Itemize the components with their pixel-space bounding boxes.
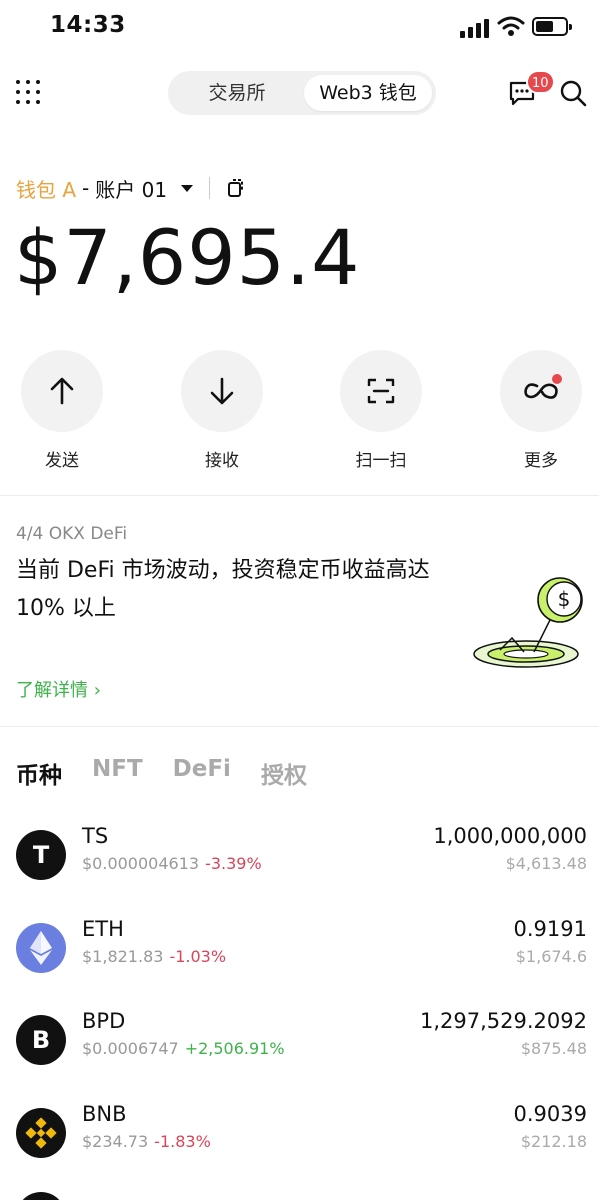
token-price-line: $1,821.83 -1.03% — [82, 947, 226, 966]
token-symbol: ETH — [82, 917, 124, 941]
token-price: $0.0006747 — [82, 1039, 179, 1058]
apps-grid-icon[interactable] — [16, 80, 44, 108]
asset-tabs: 币种 NFT DeFi 授权 — [16, 756, 307, 796]
token-amount: 1,297,529.2092 — [420, 1009, 587, 1033]
eth-logo-icon — [16, 923, 66, 973]
scan-icon — [367, 378, 395, 404]
account-name: 账户 01 — [95, 177, 168, 202]
token-price: $0.000004613 — [82, 854, 200, 873]
learn-more-link[interactable]: 了解详情 › — [16, 676, 101, 702]
scan-button[interactable]: 扫一扫 — [331, 350, 431, 471]
token-amount: 0.9191 — [513, 917, 587, 941]
token-change: +2,506.91% — [184, 1039, 285, 1058]
token-price-line: $0.000004613 -3.39% — [82, 854, 262, 873]
new-dot — [552, 374, 562, 384]
token-value: $212.18 — [520, 1132, 587, 1151]
status-bar: 14:33 — [0, 0, 599, 56]
svg-text:$: $ — [558, 587, 571, 611]
token-change: -3.39% — [205, 854, 262, 873]
receive-button[interactable]: 接收 — [172, 350, 272, 471]
notification-badge: 10 — [526, 70, 555, 94]
token-price-line: $0.0006747 +2,506.91% — [82, 1039, 285, 1058]
wifi-icon — [497, 16, 525, 36]
copy-icon[interactable] — [224, 178, 244, 198]
signal-icon — [460, 18, 492, 38]
next-token-logo-icon — [16, 1192, 66, 1200]
token-symbol: BPD — [82, 1009, 126, 1033]
segment-web3-wallet[interactable]: Web3 钱包 — [304, 75, 432, 111]
tab-approvals[interactable]: 授权 — [261, 756, 307, 796]
wallet-selector[interactable]: 钱包 A - 账户 01 — [16, 174, 244, 202]
section-divider — [0, 726, 599, 727]
tab-tokens[interactable]: 币种 — [16, 756, 62, 796]
token-value: $1,674.6 — [515, 947, 587, 966]
bnb-logo-icon — [16, 1108, 66, 1158]
arrow-down-icon — [210, 377, 234, 405]
token-amount: 1,000,000,000 — [433, 824, 587, 848]
more-button[interactable]: 更多 — [491, 350, 591, 471]
more-label: 更多 — [524, 451, 558, 471]
tab-nft[interactable]: NFT — [92, 756, 143, 796]
token-price-line: $234.73 -1.83% — [82, 1132, 211, 1151]
defi-coin-illustration: $ — [473, 577, 583, 668]
bpd-logo-icon: B — [16, 1015, 66, 1065]
token-change: -1.83% — [154, 1132, 211, 1151]
promo-title: 当前 DeFi 市场波动，投资稳定币收益高达 10% 以上 — [16, 558, 430, 621]
scan-label: 扫一扫 — [355, 451, 407, 471]
promo-subtitle: 4/4 OKX DeFi — [16, 524, 128, 544]
token-amount: 0.9039 — [513, 1102, 587, 1126]
arrow-up-icon — [50, 377, 74, 405]
bpd-logo-letter: B — [31, 1026, 51, 1054]
receive-label: 接收 — [205, 451, 239, 471]
search-icon[interactable] — [559, 79, 587, 107]
mode-switch: 交易所 Web3 钱包 — [168, 71, 436, 115]
token-symbol: TS — [82, 824, 109, 848]
send-label: 发送 — [45, 451, 79, 471]
token-row[interactable]: ETH $1,821.83 -1.03% 0.9191 $1,674.6 — [0, 913, 599, 993]
tab-defi[interactable]: DeFi — [173, 756, 231, 796]
battery-icon — [532, 17, 572, 36]
quick-actions: 发送 接收 扫一扫 更多 — [0, 350, 599, 471]
ts-logo-letter: T — [32, 841, 50, 869]
divider — [209, 177, 211, 199]
segment-exchange[interactable]: 交易所 — [182, 71, 292, 115]
send-button[interactable]: 发送 — [12, 350, 112, 471]
token-value: $4,613.48 — [505, 854, 587, 873]
token-price: $1,821.83 — [82, 947, 164, 966]
token-price: $234.73 — [82, 1132, 149, 1151]
total-balance: $7,695.4 — [14, 213, 361, 302]
token-symbol: BNB — [82, 1102, 127, 1126]
token-value: $875.48 — [520, 1039, 587, 1058]
token-row[interactable]: B BPD $0.0006747 +2,506.91% 1,297,529.209… — [0, 1005, 599, 1085]
token-change: -1.03% — [169, 947, 227, 966]
status-time: 14:33 — [50, 12, 126, 38]
wallet-separator: - — [82, 176, 90, 200]
ts-logo-icon: T — [16, 830, 66, 880]
token-row[interactable]: T TS $0.000004613 -3.39% 1,000,000,000 $4… — [0, 820, 599, 900]
token-row[interactable]: BNB $234.73 -1.83% 0.9039 $212.18 — [0, 1098, 599, 1178]
section-divider — [0, 495, 599, 496]
top-header: 交易所 Web3 钱包 10 — [0, 64, 599, 120]
caret-down-icon[interactable] — [181, 184, 194, 192]
wallet-name: 钱包 A — [16, 177, 77, 202]
